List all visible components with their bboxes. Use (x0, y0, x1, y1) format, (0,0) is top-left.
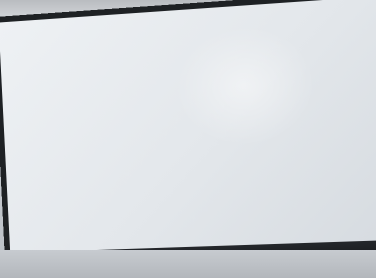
wall-bottom (0, 250, 376, 278)
monitor (0, 0, 376, 271)
monitor-screen (0, 0, 376, 253)
screen-glare (171, 21, 319, 150)
